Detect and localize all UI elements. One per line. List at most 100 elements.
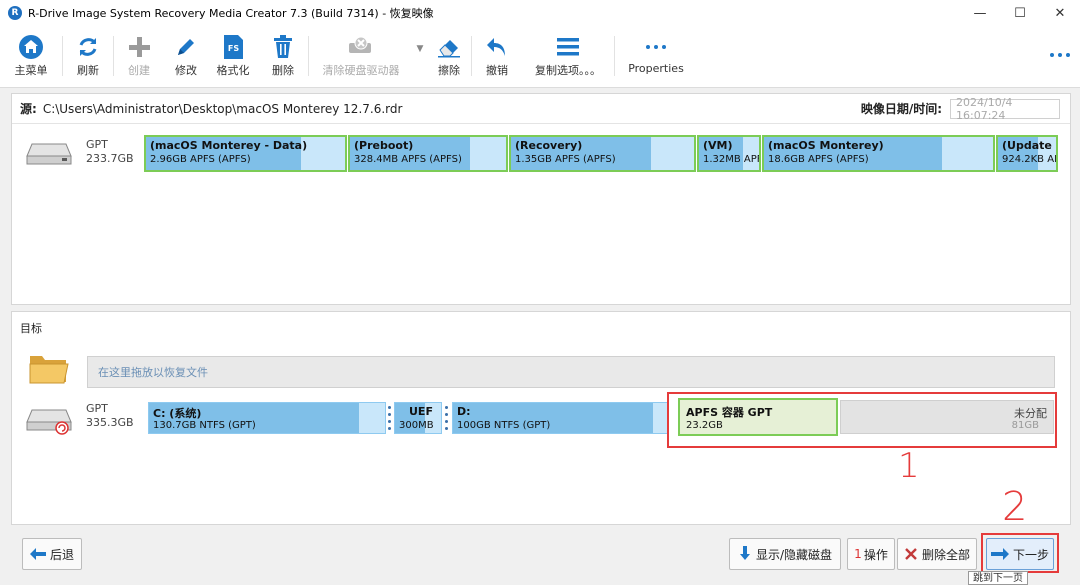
minimize-button[interactable]: — bbox=[960, 0, 1000, 26]
undo-label: 撤销 bbox=[486, 64, 508, 77]
format-button[interactable]: FS 格式化 bbox=[208, 26, 258, 88]
partition-name: (Update bbox=[1002, 139, 1052, 152]
partition-info: 1.32MB APFS (APFS) bbox=[703, 154, 759, 165]
undo-button[interactable]: 撤销 bbox=[472, 26, 522, 88]
overflow-dots-icon bbox=[1049, 42, 1071, 68]
copy-options-label: 复制选项。。。 bbox=[535, 64, 601, 77]
target-partition-c[interactable]: C: (系统) 130.7GB NTFS (GPT) bbox=[148, 402, 386, 434]
partition-name: (macOS Monterey) bbox=[768, 139, 884, 152]
target-disk-size: 335.3GB bbox=[86, 416, 134, 429]
restore-drop-zone[interactable]: 在这里拖放以恢复文件 bbox=[87, 356, 1055, 388]
source-partition-recovery[interactable]: (Recovery) 1.35GB APFS (APFS) bbox=[509, 135, 696, 172]
partition-name: UEF bbox=[409, 405, 433, 418]
erase-label: 擦除 bbox=[438, 64, 460, 77]
partition-info: 2.96GB APFS (APFS) bbox=[150, 154, 251, 165]
target-disk-info: GPT 335.3GB bbox=[86, 402, 134, 430]
partition-info: 924.2KB APFS (APFS) bbox=[1002, 154, 1056, 165]
properties-button[interactable]: Properties bbox=[615, 26, 697, 88]
copy-options-button[interactable]: 复制选项。。。 bbox=[522, 26, 614, 88]
image-date-field: 2024/10/4 16:07:24 bbox=[950, 96, 1060, 122]
format-badge-text: FS bbox=[228, 44, 239, 53]
source-header: 源: C:\Users\Administrator\Desktop\macOS … bbox=[12, 94, 1070, 124]
wipe-dropdown-chevron-icon[interactable]: ▼ bbox=[413, 26, 427, 88]
delete-all-label: 删除全部 bbox=[921, 547, 970, 562]
partition-info: 130.7GB NTFS (GPT) bbox=[153, 420, 256, 431]
partition-handle-icon[interactable] bbox=[445, 404, 449, 432]
partition-info: 300MB bbox=[399, 420, 434, 431]
home-icon bbox=[18, 34, 44, 60]
partition-name: (macOS Monterey - Data) bbox=[150, 139, 308, 152]
properties-label: Properties bbox=[628, 62, 684, 75]
partition-info: 18.6GB APFS (APFS) bbox=[768, 154, 869, 165]
refresh-label: 刷新 bbox=[77, 64, 99, 77]
image-date-label: 映像日期/时间: bbox=[860, 102, 942, 116]
edit-label: 修改 bbox=[175, 64, 197, 77]
trash-icon bbox=[272, 34, 294, 60]
back-button[interactable]: 后退 bbox=[22, 538, 82, 570]
create-label: 创建 bbox=[128, 64, 150, 77]
operations-button[interactable]: 1 操作 bbox=[847, 538, 895, 570]
format-fs-icon: FS bbox=[221, 34, 245, 60]
wipe-disk-label: 清除硬盘驱动器 bbox=[322, 64, 400, 77]
create-button[interactable]: 创建 bbox=[114, 26, 164, 88]
target-partition-d[interactable]: D: 100GB NTFS (GPT) bbox=[452, 402, 668, 434]
erase-button[interactable]: 擦除 bbox=[427, 26, 471, 88]
app-logo-icon: R bbox=[8, 6, 22, 20]
overflow-menu-button[interactable] bbox=[1040, 26, 1080, 88]
partition-info: 100GB NTFS (GPT) bbox=[457, 420, 551, 431]
source-path: C:\Users\Administrator\Desktop\macOS Mon… bbox=[42, 101, 403, 116]
partition-name: (Recovery) bbox=[515, 139, 583, 152]
target-disk-scheme: GPT bbox=[86, 402, 108, 415]
source-disk-info: GPT 233.7GB bbox=[86, 138, 134, 166]
delete-all-button[interactable]: 删除全部 bbox=[897, 538, 977, 570]
source-label: 源: bbox=[20, 102, 37, 116]
back-label: 后退 bbox=[49, 547, 74, 562]
home-label: 主菜单 bbox=[14, 64, 48, 77]
source-disk-size: 233.7GB bbox=[86, 152, 134, 165]
refresh-icon bbox=[76, 34, 100, 60]
partition-info: 1.35GB APFS (APFS) bbox=[515, 154, 616, 165]
next-tooltip: 跳到下一页 bbox=[968, 571, 1028, 585]
menu-lines-icon bbox=[556, 34, 580, 60]
edit-button[interactable]: 修改 bbox=[164, 26, 208, 88]
source-partition-macos[interactable]: (macOS Monterey) 18.6GB APFS (APFS) bbox=[762, 135, 995, 172]
source-disk-scheme: GPT bbox=[86, 138, 108, 151]
drop-zone-text: 在这里拖放以恢复文件 bbox=[98, 366, 208, 379]
show-hide-label: 显示/隐藏磁盘 bbox=[755, 547, 833, 562]
hard-disk-restore-icon bbox=[26, 408, 72, 439]
disk-toggle-icon bbox=[738, 546, 752, 562]
source-partition-update[interactable]: (Update 924.2KB APFS (APFS) bbox=[996, 135, 1058, 172]
title-bar: R R-Drive Image System Recovery Media Cr… bbox=[0, 0, 1080, 26]
window-title: R-Drive Image System Recovery Media Crea… bbox=[28, 7, 434, 20]
annotation-box-1 bbox=[667, 392, 1057, 448]
show-hide-disks-button[interactable]: 显示/隐藏磁盘 bbox=[729, 538, 841, 570]
wipe-disk-icon bbox=[347, 34, 375, 60]
operations-count: 1 bbox=[854, 547, 862, 561]
refresh-button[interactable]: 刷新 bbox=[63, 26, 113, 88]
partition-name: D: bbox=[457, 405, 471, 418]
delete-button[interactable]: 删除 bbox=[258, 26, 308, 88]
folder-icon bbox=[28, 350, 70, 389]
pencil-icon bbox=[174, 34, 198, 60]
annotation-box-2 bbox=[981, 533, 1059, 573]
source-partition-preboot[interactable]: (Preboot) 328.4MB APFS (APFS) bbox=[348, 135, 508, 172]
maximize-button[interactable]: ☐ bbox=[1000, 0, 1040, 26]
source-partition-vm[interactable]: (VM) 1.32MB APFS (APFS) bbox=[697, 135, 761, 172]
source-panel: 源: C:\Users\Administrator\Desktop\macOS … bbox=[11, 93, 1071, 305]
wipe-disk-button[interactable]: 清除硬盘驱动器 bbox=[309, 26, 413, 88]
format-label: 格式化 bbox=[216, 64, 250, 77]
hard-disk-icon bbox=[26, 142, 72, 169]
annotation-number-2: 2 bbox=[1002, 484, 1028, 530]
source-partition-data[interactable]: (macOS Monterey - Data) 2.96GB APFS (APF… bbox=[144, 135, 347, 172]
operations-label: 操作 bbox=[863, 547, 888, 562]
partition-handle-icon[interactable] bbox=[388, 404, 392, 432]
close-button[interactable]: ✕ bbox=[1040, 0, 1080, 26]
target-partition-uefi[interactable]: UEF 300MB bbox=[394, 402, 442, 434]
undo-icon bbox=[485, 34, 509, 60]
toolbar: 主菜单 刷新 创建 修改 FS 格式化 删除 清除硬盘驱动器 ▼ 擦除 撤销 复… bbox=[0, 26, 1080, 88]
partition-info: 328.4MB APFS (APFS) bbox=[354, 154, 462, 165]
partition-name: C: (系统) bbox=[153, 407, 202, 420]
home-button[interactable]: 主菜单 bbox=[0, 26, 62, 88]
x-delete-icon bbox=[904, 547, 918, 561]
plus-icon bbox=[127, 34, 151, 60]
